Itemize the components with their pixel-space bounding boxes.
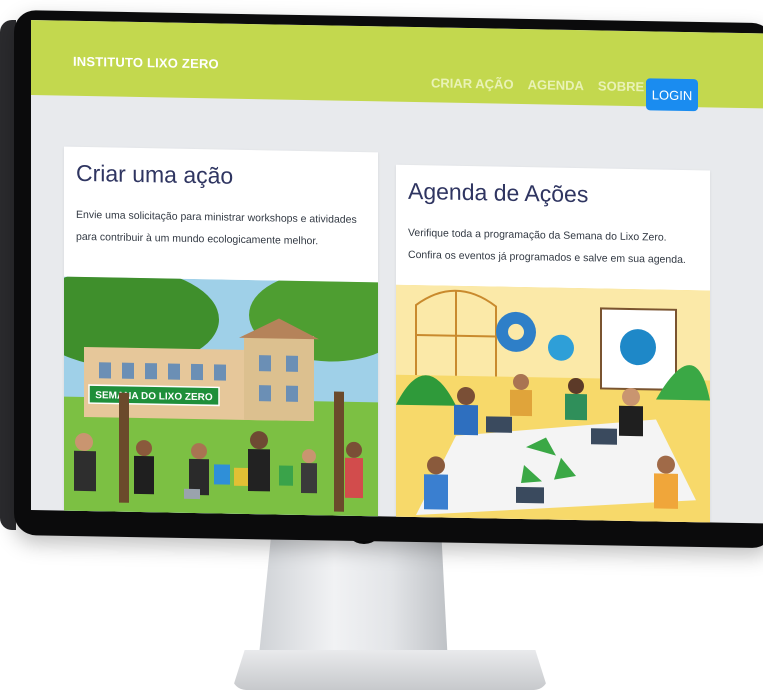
nav-link-criar-acao[interactable]: CRIAR AÇÃO xyxy=(431,75,514,92)
banner-text: SEMANA DO LIXO ZERO xyxy=(95,390,213,403)
card-text: Envie uma solicitação para ministrar wor… xyxy=(76,208,357,248)
nav-link-agenda[interactable]: AGENDA xyxy=(528,77,584,93)
brand-logo[interactable]: INSTITUTO LIXO ZERO xyxy=(73,54,219,72)
login-button[interactable]: LOGIN xyxy=(646,78,698,112)
browser-viewport: INSTITUTO LIXO ZERO CRIAR AÇÃO AGENDA SO… xyxy=(31,20,763,524)
card-criar-acao[interactable]: Criar uma ação Envie uma solicitação par… xyxy=(64,146,378,523)
card-title: Criar uma ação xyxy=(76,159,234,189)
nav-links: CRIAR AÇÃO AGENDA SOBRE xyxy=(431,75,644,94)
card-text: Verifique toda a programação da Semana d… xyxy=(408,226,686,267)
school-event-illustration: SEMANA DO LIXO ZERO xyxy=(64,276,378,523)
card-agenda[interactable]: Agenda de Ações Verifique toda a program… xyxy=(396,164,710,524)
workshop-illustration xyxy=(396,284,710,524)
nav-link-sobre[interactable]: SOBRE xyxy=(598,78,644,94)
card-title: Agenda de Ações xyxy=(408,177,589,208)
navbar: INSTITUTO LIXO ZERO CRIAR AÇÃO AGENDA SO… xyxy=(31,20,763,112)
monitor-stand-base xyxy=(232,650,548,690)
